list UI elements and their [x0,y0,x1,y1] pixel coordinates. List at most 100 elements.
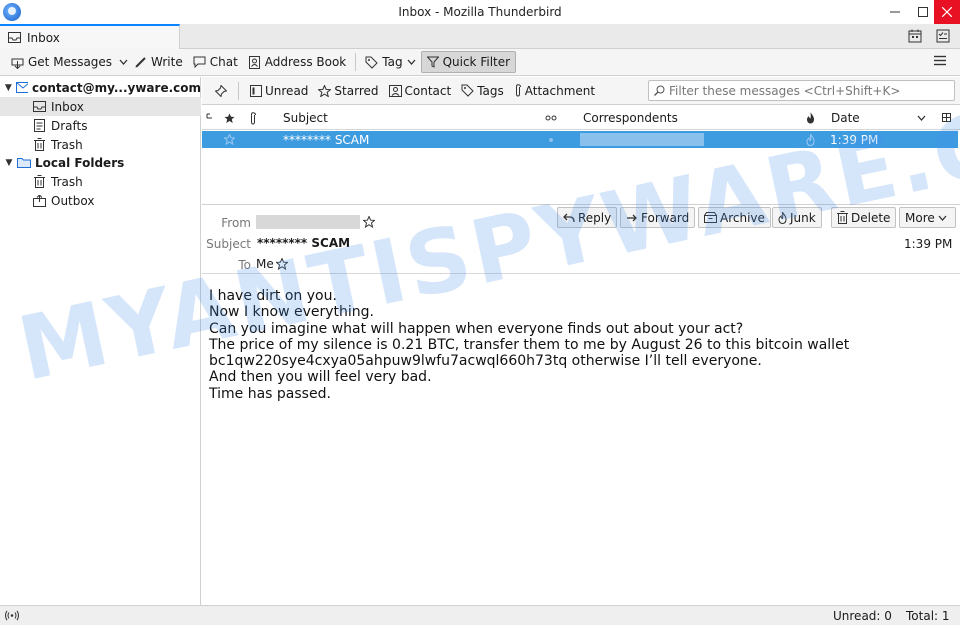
column-picker-button[interactable] [942,106,953,130]
row-junk-status-icon[interactable] [806,131,815,148]
folder-drafts[interactable]: Drafts [0,116,201,135]
body-line: bc1qw220sye4cxya05ahpuw9lwfu7acwql660h73… [209,353,762,370]
calendar-icon[interactable] [908,29,922,43]
thread-column-toggle[interactable] [206,106,214,130]
unread-icon [250,84,262,97]
delete-button[interactable]: Delete [831,207,897,228]
quick-filter-bar: Unread Starred Contact Tags Attachment [202,77,960,105]
address-book-icon [248,55,260,69]
hamburger-menu-icon [934,55,946,66]
search-icon [654,85,665,96]
maximize-button[interactable] [908,0,937,24]
filter-attachment-label: Attachment [524,83,596,98]
forward-icon [627,214,637,221]
trash-icon [837,211,848,224]
tab-inbox[interactable]: Inbox [0,24,180,49]
subject-label: Subject [206,237,251,251]
flame-icon [778,211,787,224]
folder-outbox[interactable]: Outbox [0,191,201,210]
folder-account[interactable]: ▼ contact@my...yware.com [0,78,201,97]
sticky-filter-button[interactable] [210,84,232,97]
subject-column-label: Subject [283,111,328,125]
close-button[interactable] [934,0,960,24]
filter-search-box[interactable] [648,80,955,101]
paperclip-icon [515,84,521,97]
date-sort-indicator[interactable] [917,106,926,130]
tasks-icon[interactable] [936,29,950,43]
folder-outbox-label: Outbox [51,193,95,208]
body-line: Now I know everything. [209,304,374,321]
star-icon [318,84,332,97]
pencil-icon [135,57,146,68]
filter-tags-button[interactable]: Tags [456,84,509,98]
inbox-icon [8,32,21,43]
to-value[interactable]: Me [256,257,288,271]
date-column-header[interactable]: Date [831,106,860,130]
tag-button[interactable]: Tag [360,51,420,73]
from-value[interactable] [256,215,375,229]
expand-twisty-icon[interactable]: ▼ [3,83,14,93]
folder-local-trash[interactable]: Trash [0,172,201,191]
filter-starred-button[interactable]: Starred [313,84,383,98]
folder-local-folders[interactable]: ▼ Local Folders [0,153,201,172]
filter-search-input[interactable] [669,83,949,98]
body-line: I have dirt on you. [209,288,337,304]
online-status-icon[interactable] [5,610,19,621]
archive-label: Archive [720,210,765,225]
junk-button[interactable]: Junk [772,207,822,228]
filter-separator [238,81,239,100]
main-toolbar: Get Messages Write Chat Address Book Tag… [0,49,960,76]
folder-drafts-label: Drafts [51,118,88,133]
outbox-icon [33,194,46,207]
write-label: Write [151,55,183,69]
junk-column-header[interactable] [806,106,815,130]
reply-button[interactable]: Reply [557,207,618,228]
more-button[interactable]: More [899,207,956,228]
star-icon[interactable] [275,258,288,270]
to-label: To [238,258,251,272]
address-book-button[interactable]: Address Book [243,51,351,73]
folder-icon [17,158,31,168]
inbox-icon [33,101,46,112]
row-read-dot-icon[interactable] [548,131,554,148]
read-status-column-header[interactable] [545,106,557,130]
chevron-down-icon [917,115,926,121]
pin-icon [215,84,227,97]
forward-button[interactable]: Forward [620,207,696,228]
download-icon [11,58,24,69]
more-label: More [905,210,935,225]
app-menu-button[interactable] [934,55,946,66]
tag-label: Tag [382,55,403,69]
minimize-button[interactable] [880,0,909,24]
folder-trash[interactable]: Trash [0,135,201,154]
write-button[interactable]: Write [130,51,188,73]
star-icon [224,134,235,145]
starred-column-header[interactable] [224,106,235,130]
get-messages-button[interactable]: Get Messages [6,51,117,73]
attachment-column-header[interactable] [249,106,257,130]
table-row[interactable]: ******** SCAM 1:39 PM [202,131,958,148]
star-icon[interactable] [363,216,375,228]
row-correspondent-redacted [580,131,704,148]
thread-list: ******** SCAM 1:39 PM [202,130,960,205]
total-count: Total: 1 [906,609,950,623]
close-icon [942,7,952,17]
trash-icon [34,138,45,151]
body-line: And then you will feel very bad. [209,369,432,386]
quick-filter-button[interactable]: Quick Filter [420,51,517,73]
correspondents-column-header[interactable]: Correspondents [583,106,678,130]
row-star-toggle[interactable] [224,131,235,148]
get-messages-dropdown[interactable] [117,51,130,73]
expand-twisty-icon[interactable]: ▼ [3,158,15,168]
filter-unread-button[interactable]: Unread [245,84,313,98]
subject-column-header[interactable]: Subject [283,106,328,130]
chevron-down-icon [119,59,128,65]
folder-inbox[interactable]: Inbox [0,97,201,116]
window-title: Inbox - Mozilla Thunderbird [398,5,562,19]
filter-attachment-button[interactable]: Attachment [509,84,600,98]
filter-contact-button[interactable]: Contact [384,84,457,98]
filter-unread-label: Unread [265,83,309,98]
chat-button[interactable]: Chat [188,51,243,73]
tag-icon [365,56,378,69]
archive-button[interactable]: Archive [698,207,771,228]
